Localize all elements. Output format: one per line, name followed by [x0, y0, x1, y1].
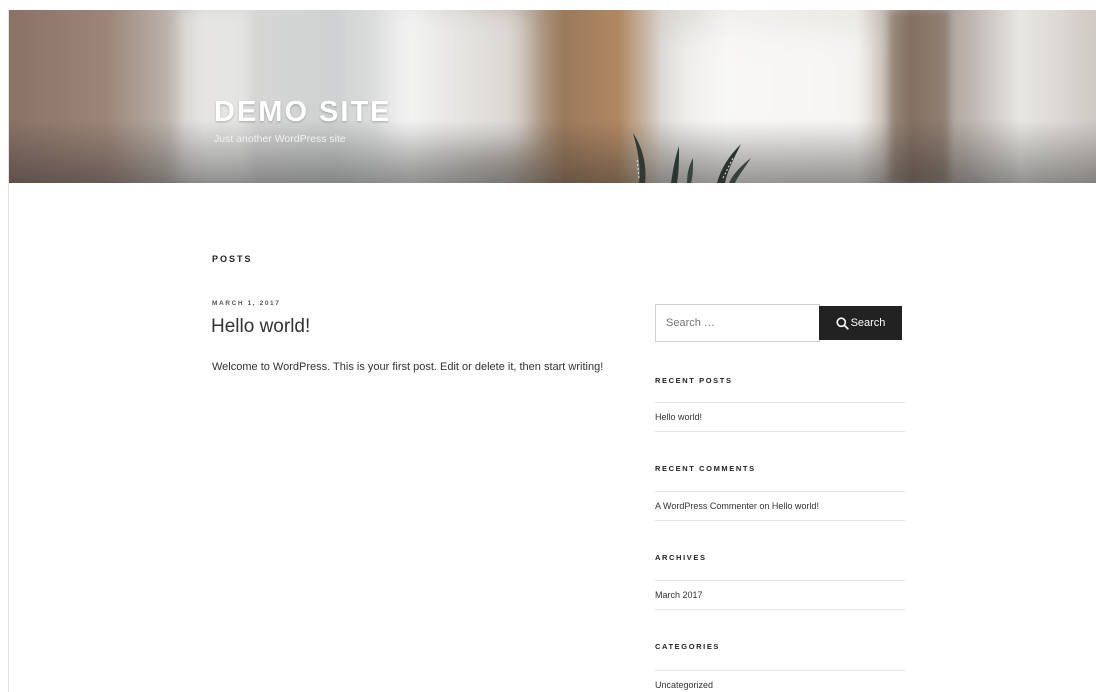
list-item: Uncategorized [655, 670, 905, 692]
comment-connector: on [759, 501, 770, 511]
list-item: A WordPress Commenter on Hello world! [655, 491, 905, 521]
site-description: Just another WordPress site [214, 133, 346, 145]
header-image-gradient [9, 120, 1096, 183]
search-input[interactable] [655, 304, 820, 342]
comment-post-link[interactable]: Hello world! [772, 501, 819, 511]
recent-posts-title: RECENT POSTS [655, 376, 733, 385]
plant-image [633, 133, 751, 183]
post-excerpt: Welcome to WordPress. This is your first… [212, 361, 604, 373]
search-button[interactable]: Search [819, 306, 902, 340]
archive-link[interactable]: March 2017 [655, 590, 703, 600]
site-title[interactable]: DEMO SITE [214, 96, 392, 129]
recent-post-link[interactable]: Hello world! [655, 412, 702, 422]
list-item: Hello world! [655, 402, 905, 432]
list-item: March 2017 [655, 580, 905, 610]
categories-title: CATEGORIES [655, 642, 721, 651]
search-button-label: Search [850, 317, 886, 329]
browser-page: DEMO SITE Just another WordPress site PO… [8, 10, 1096, 692]
page-title: POSTS [212, 254, 253, 264]
archives-title: ARCHIVES [655, 553, 707, 562]
recent-comments-title: RECENT COMMENTS [655, 464, 756, 473]
search-icon [835, 316, 849, 330]
comment-author-link[interactable]: A WordPress Commenter [655, 501, 757, 511]
post-date[interactable]: MARCH 1, 2017 [212, 300, 280, 307]
category-link[interactable]: Uncategorized [655, 680, 713, 690]
post-title: Hello world! [211, 316, 310, 338]
site-header: DEMO SITE Just another WordPress site [9, 10, 1096, 183]
post-title-link[interactable]: Hello world! [211, 316, 310, 337]
